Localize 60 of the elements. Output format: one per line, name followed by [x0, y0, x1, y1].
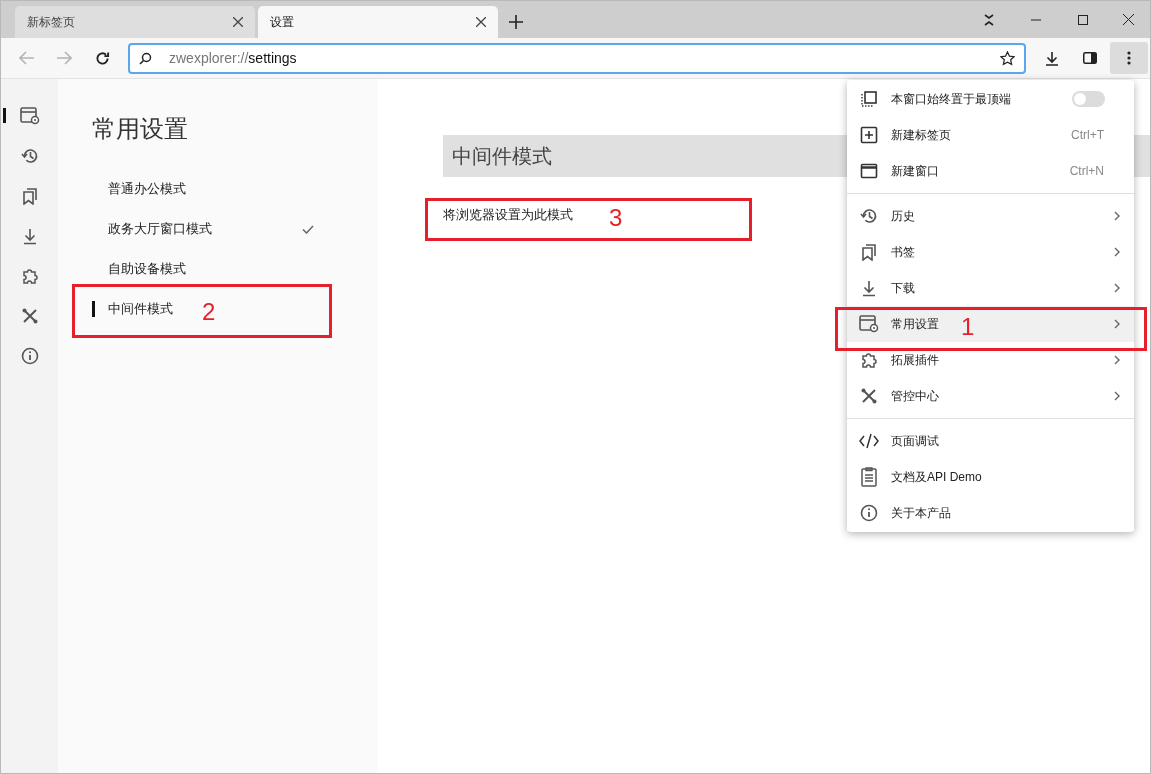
tools-icon [860, 387, 878, 405]
annotation-number: 1 [961, 312, 975, 342]
menu-item[interactable]: 本窗口始终置于最顶端 [847, 81, 1134, 117]
browser-tab[interactable]: 设置 [258, 6, 498, 38]
set-mode-link[interactable]: 将浏览器设置为此模式 [443, 205, 573, 225]
download-icon [1045, 50, 1059, 66]
menu-item[interactable]: 下载 [847, 270, 1134, 306]
more-vertical-icon [1127, 51, 1131, 65]
close-icon [476, 17, 486, 27]
document-icon [861, 467, 877, 487]
code-icon [859, 433, 879, 449]
address-field[interactable]: zwexplorer://settings [128, 42, 1026, 74]
shortcut-text: Ctrl+N [1069, 163, 1104, 180]
menu-item[interactable]: 页面调试 [847, 423, 1134, 459]
info-icon[interactable] [20, 346, 39, 365]
download-icon [860, 279, 878, 297]
window-icon [860, 162, 878, 180]
annotation-number: 2 [202, 297, 216, 327]
mode-item[interactable]: 中间件模式 [108, 289, 173, 329]
menu-item[interactable]: 新建标签页 Ctrl+T [847, 117, 1134, 153]
bookmarks-icon [860, 243, 878, 261]
maximize-icon [1077, 14, 1088, 25]
minimize-icon [1030, 18, 1041, 21]
mode-item[interactable]: 自助设备模式 [108, 249, 186, 289]
menu-item[interactable]: 书签 [847, 234, 1134, 270]
section-title: 常用设置 [92, 114, 188, 144]
plus-square-icon [860, 126, 878, 144]
reload-icon [94, 50, 110, 66]
close-icon [1122, 14, 1134, 25]
tab-title: 新标签页 [27, 14, 75, 31]
history-icon [860, 207, 878, 225]
star-icon [1000, 50, 1015, 66]
puzzle-icon [860, 351, 878, 369]
plus-icon [509, 15, 523, 29]
menu-item[interactable]: 文档及API Demo [847, 459, 1134, 495]
browser-settings-icon [859, 315, 879, 333]
info-icon [860, 504, 878, 522]
window-stack-icon [860, 90, 878, 108]
side-panel-icon [1083, 52, 1097, 64]
menu-item[interactable]: 管控中心 [847, 378, 1134, 414]
tab-title: 设置 [270, 14, 294, 31]
puzzle-icon[interactable] [20, 266, 39, 285]
bookmarks-icon[interactable] [20, 186, 39, 205]
tools-icon[interactable] [20, 306, 39, 325]
mode-item[interactable]: 普通办公模式 [108, 169, 186, 209]
menu-item[interactable]: 关于本产品 [847, 495, 1134, 531]
browser-settings-icon[interactable] [19, 106, 40, 125]
annotation-number: 3 [609, 203, 623, 233]
close-icon [233, 17, 243, 27]
menu-item[interactable]: 新建窗口 Ctrl+N [847, 153, 1134, 189]
forward-arrow-icon [56, 51, 72, 65]
url-text: zwexplorer://settings [169, 48, 297, 68]
toggle-switch[interactable] [1072, 91, 1105, 107]
menu-item[interactable]: 历史 [847, 198, 1134, 234]
history-icon[interactable] [20, 146, 39, 165]
browser-tab[interactable]: 新标签页 [15, 6, 255, 38]
search-icon [139, 51, 152, 65]
back-arrow-icon [19, 51, 35, 65]
mode-item[interactable]: 政务大厅窗口模式 [108, 209, 212, 249]
collapse-icon [983, 13, 994, 26]
